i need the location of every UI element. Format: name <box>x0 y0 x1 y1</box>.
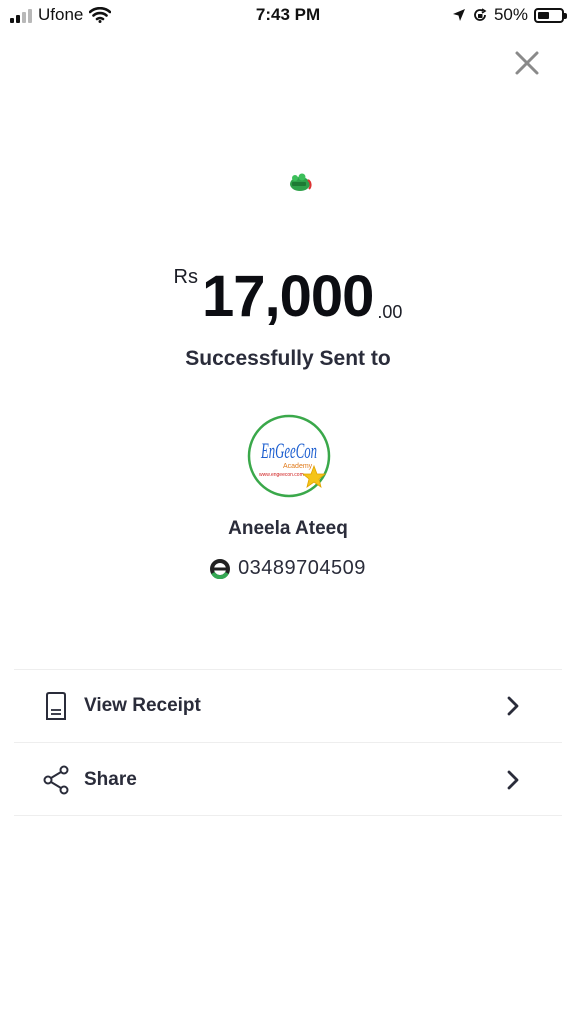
orientation-lock-icon <box>474 8 487 21</box>
status-bar: Ufone 7:43 PM 50% <box>0 0 576 30</box>
divider <box>14 742 562 743</box>
share-button[interactable]: Share <box>14 745 562 815</box>
receipt-icon <box>42 691 70 721</box>
chevron-right-icon <box>507 696 519 716</box>
location-arrow-icon <box>452 9 465 21</box>
battery-percent: 50% <box>493 5 528 24</box>
amount-display: Rs 17,000 .00 <box>0 262 576 332</box>
recipient-phone-row: 03489704509 <box>0 557 576 580</box>
amount-cents: .00 <box>377 302 403 322</box>
divider <box>14 815 562 816</box>
status-right: 50% <box>452 5 567 25</box>
money-bag-icon <box>290 173 312 191</box>
currency-symbol: Rs <box>173 266 198 288</box>
share-icon <box>42 765 70 795</box>
recipient-name: Aneela Ateeq <box>228 518 348 539</box>
logo-sub: Academy <box>283 463 313 470</box>
battery-icon <box>534 7 567 23</box>
recipient-phone: 03489704509 <box>238 557 366 579</box>
status-message: Successfully Sent to <box>185 347 391 370</box>
logo-url: www.engeecon.com <box>259 472 304 478</box>
view-receipt-button[interactable]: View Receipt <box>14 671 562 741</box>
share-label: Share <box>84 769 137 790</box>
view-receipt-label: View Receipt <box>84 695 201 716</box>
easypaisa-icon <box>210 558 231 579</box>
close-button[interactable] <box>514 50 540 76</box>
amount-whole: 17,000 <box>202 264 374 329</box>
chevron-right-icon <box>507 770 519 790</box>
avatar: EnGeeCon Academy www.engeecon.com <box>247 414 331 498</box>
divider <box>14 669 562 670</box>
logo-main: EnGeeCon <box>260 438 317 463</box>
